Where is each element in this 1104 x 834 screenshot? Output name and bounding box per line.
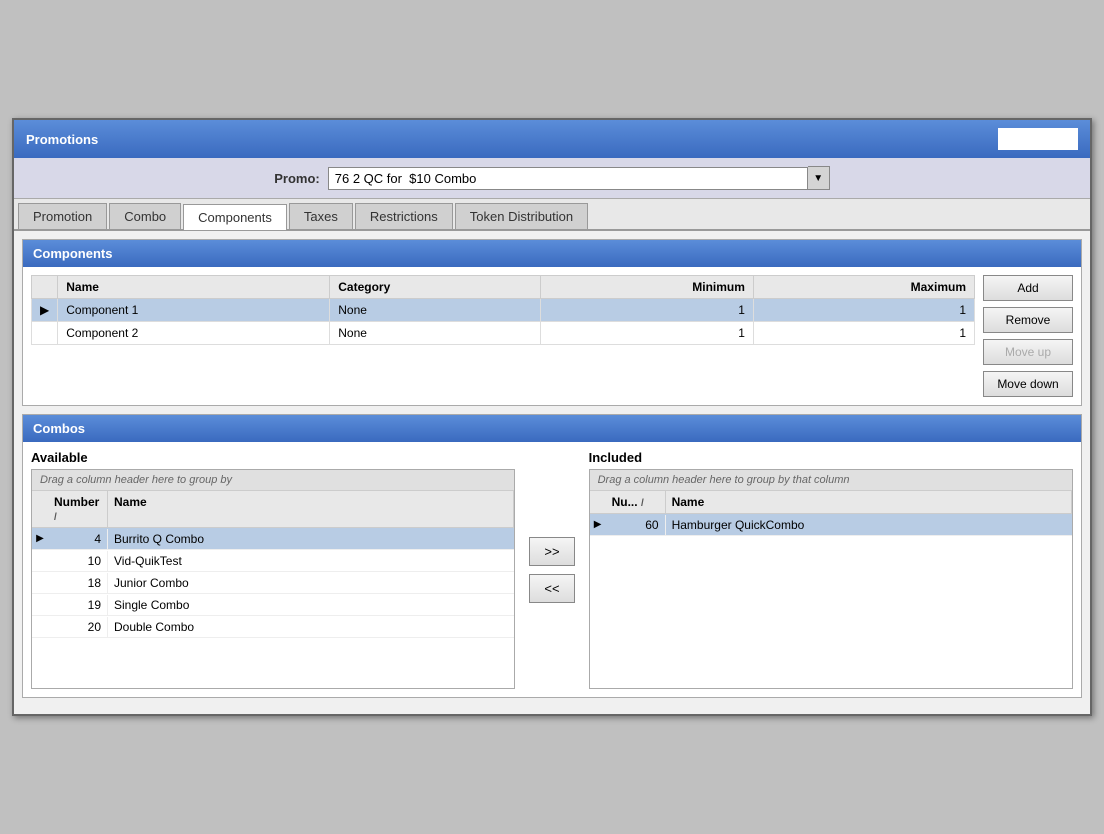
list-item[interactable]: 10 Vid-QuikTest bbox=[32, 550, 514, 572]
table-row[interactable]: Component 2 None 1 1 bbox=[32, 322, 975, 345]
components-section-header: Components bbox=[23, 240, 1081, 267]
promo-dropdown-button[interactable]: ▼ bbox=[808, 166, 830, 190]
row-indicator bbox=[32, 602, 48, 608]
components-section: Components Name Category Minimum Maximum bbox=[22, 239, 1082, 406]
title-bar: Promotions bbox=[14, 120, 1090, 158]
combos-body: Available Drag a column header here to g… bbox=[23, 442, 1081, 697]
list-item[interactable]: ▶ 4 Burrito Q Combo bbox=[32, 528, 514, 550]
include-button[interactable]: >> bbox=[529, 537, 574, 566]
component-name: Component 1 bbox=[58, 299, 330, 322]
tab-combo[interactable]: Combo bbox=[109, 203, 181, 229]
included-drag-hint: Drag a column header here to group by th… bbox=[590, 470, 1072, 491]
components-title: Components bbox=[33, 246, 112, 261]
components-section-body: Name Category Minimum Maximum ▶ Componen… bbox=[23, 267, 1081, 405]
tab-promotion[interactable]: Promotion bbox=[18, 203, 107, 229]
available-col-number[interactable]: Number / bbox=[48, 491, 108, 527]
component-maximum: 1 bbox=[753, 299, 974, 322]
available-columns: Number / Name bbox=[32, 491, 514, 528]
included-panel: Included Drag a column header here to gr… bbox=[589, 450, 1073, 689]
app-title: Promotions bbox=[26, 132, 98, 147]
combos-title: Combos bbox=[33, 421, 85, 436]
row-indicator: ▶ bbox=[590, 516, 606, 533]
remove-button[interactable]: Remove bbox=[983, 307, 1073, 333]
table-row[interactable]: ▶ Component 1 None 1 1 bbox=[32, 299, 975, 322]
th-category: Category bbox=[330, 276, 541, 299]
combo-name: Single Combo bbox=[108, 595, 514, 615]
title-bar-right bbox=[998, 128, 1078, 150]
move-up-button[interactable]: Move up bbox=[983, 339, 1073, 365]
row-indicator bbox=[32, 322, 58, 345]
tabs-bar: Promotion Combo Components Taxes Restric… bbox=[14, 199, 1090, 231]
component-category: None bbox=[330, 299, 541, 322]
combos-section: Combos Available Drag a column header he… bbox=[22, 414, 1082, 698]
combo-number: 4 bbox=[48, 529, 108, 549]
included-title: Included bbox=[589, 450, 1073, 465]
list-item[interactable]: ▶ 60 Hamburger QuickCombo bbox=[590, 514, 1072, 536]
list-item[interactable]: 20 Double Combo bbox=[32, 616, 514, 638]
combos-section-header: Combos bbox=[23, 415, 1081, 442]
move-down-button[interactable]: Move down bbox=[983, 371, 1073, 397]
tab-taxes[interactable]: Taxes bbox=[289, 203, 353, 229]
component-name: Component 2 bbox=[58, 322, 330, 345]
transfer-buttons: >> << bbox=[523, 450, 580, 689]
available-grid: Drag a column header here to group by Nu… bbox=[31, 469, 515, 689]
components-buttons: Add Remove Move up Move down bbox=[983, 275, 1073, 397]
combo-name: Vid-QuikTest bbox=[108, 551, 514, 571]
components-table: Name Category Minimum Maximum ▶ Componen… bbox=[31, 275, 975, 345]
included-rows[interactable]: ▶ 60 Hamburger QuickCombo bbox=[590, 514, 1072, 688]
component-minimum: 1 bbox=[541, 322, 754, 345]
main-window: Promotions Promo: ▼ Promotion Combo Comp… bbox=[12, 118, 1092, 716]
available-col-name[interactable]: Name bbox=[108, 491, 514, 527]
combo-name: Junior Combo bbox=[108, 573, 514, 593]
combo-number: 19 bbox=[48, 595, 108, 615]
th-minimum: Minimum bbox=[541, 276, 754, 299]
combo-number: 18 bbox=[48, 573, 108, 593]
available-rows[interactable]: ▶ 4 Burrito Q Combo 10 Vid-QuikTest bbox=[32, 528, 514, 688]
th-maximum: Maximum bbox=[753, 276, 974, 299]
combo-name: Hamburger QuickCombo bbox=[666, 515, 1072, 535]
promo-input[interactable] bbox=[328, 167, 808, 190]
sort-icon: / bbox=[54, 512, 57, 523]
available-drag-hint: Drag a column header here to group by bbox=[32, 470, 514, 491]
component-minimum: 1 bbox=[541, 299, 754, 322]
tab-token-distribution[interactable]: Token Distribution bbox=[455, 203, 588, 229]
promo-input-wrap: ▼ bbox=[328, 166, 830, 190]
included-col-name[interactable]: Name bbox=[666, 491, 1072, 513]
component-maximum: 1 bbox=[753, 322, 974, 345]
available-panel: Available Drag a column header here to g… bbox=[31, 450, 515, 689]
content-area: Components Name Category Minimum Maximum bbox=[14, 231, 1090, 714]
included-grid: Drag a column header here to group by th… bbox=[589, 469, 1073, 689]
combo-number: 10 bbox=[48, 551, 108, 571]
components-table-wrap: Name Category Minimum Maximum ▶ Componen… bbox=[31, 275, 975, 397]
tab-components[interactable]: Components bbox=[183, 204, 287, 230]
combo-number: 60 bbox=[606, 515, 666, 535]
combo-name: Double Combo bbox=[108, 617, 514, 637]
included-columns: Nu... / Name bbox=[590, 491, 1072, 514]
component-category: None bbox=[330, 322, 541, 345]
promo-bar: Promo: ▼ bbox=[14, 158, 1090, 199]
row-indicator: ▶ bbox=[32, 530, 48, 547]
th-name: Name bbox=[58, 276, 330, 299]
list-item[interactable]: 19 Single Combo bbox=[32, 594, 514, 616]
row-indicator: ▶ bbox=[32, 299, 58, 322]
row-indicator bbox=[32, 580, 48, 586]
list-item[interactable]: 18 Junior Combo bbox=[32, 572, 514, 594]
included-col-number[interactable]: Nu... / bbox=[606, 491, 666, 513]
row-indicator bbox=[32, 558, 48, 564]
th-indicator bbox=[32, 276, 58, 299]
promo-label: Promo: bbox=[274, 171, 320, 186]
row-indicator bbox=[32, 624, 48, 630]
tab-restrictions[interactable]: Restrictions bbox=[355, 203, 453, 229]
combo-name: Burrito Q Combo bbox=[108, 529, 514, 549]
add-button[interactable]: Add bbox=[983, 275, 1073, 301]
combo-number: 20 bbox=[48, 617, 108, 637]
exclude-button[interactable]: << bbox=[529, 574, 574, 603]
sort-icon: / bbox=[641, 498, 644, 509]
available-title: Available bbox=[31, 450, 515, 465]
